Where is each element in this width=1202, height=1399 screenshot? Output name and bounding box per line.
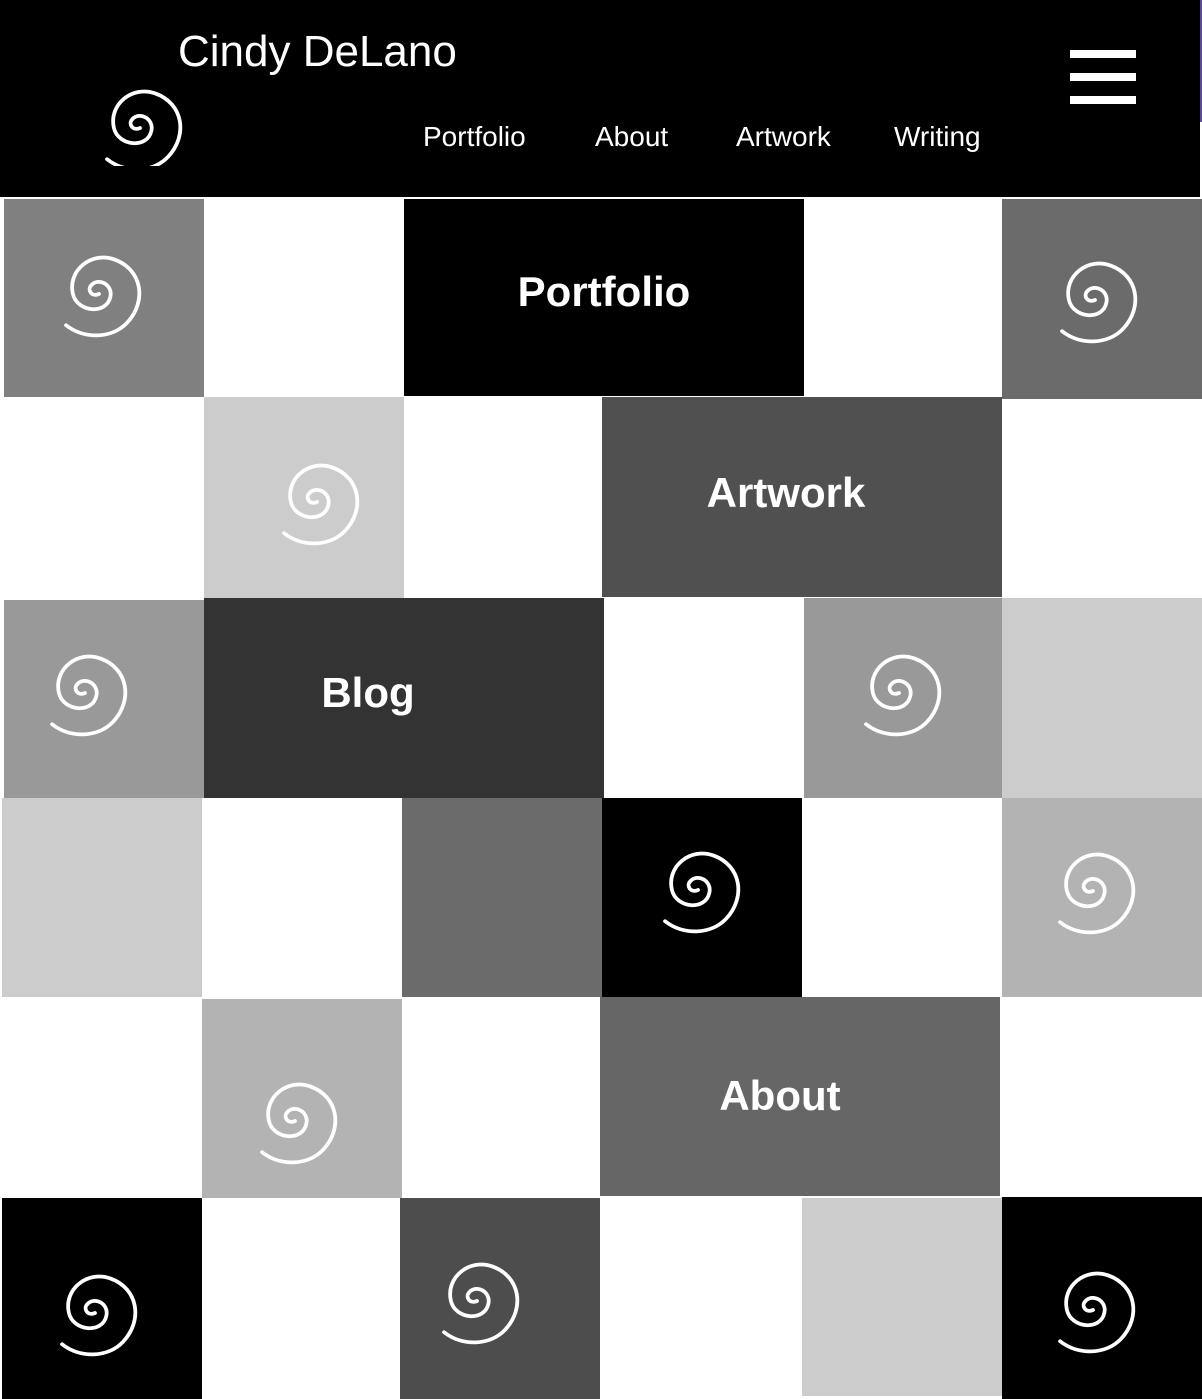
spiral-icon	[442, 1262, 520, 1345]
spiral-stroke	[663, 851, 741, 934]
nav-item-artwork[interactable]: Artwork	[736, 118, 831, 156]
blank-tile	[600, 1198, 802, 1399]
spiral-icon	[282, 463, 360, 546]
spiral-tile[interactable]	[602, 798, 802, 997]
spiral-tile[interactable]	[4, 199, 204, 397]
spiral-stroke	[1058, 852, 1136, 935]
spiral-icon	[864, 654, 942, 737]
blank-tile	[1000, 997, 1202, 1198]
feature-tile-label: Portfolio	[517, 268, 691, 315]
spiral-stroke	[60, 1274, 138, 1357]
feature-tile-label: About	[719, 1072, 841, 1119]
hamburger-bar	[1070, 73, 1136, 81]
spiral-stroke	[1060, 261, 1138, 344]
site-title[interactable]: Cindy DeLano	[178, 26, 457, 78]
spiral-stroke	[864, 654, 942, 737]
spiral-stroke	[282, 463, 360, 546]
nav-item-portfolio[interactable]: Portfolio	[423, 118, 526, 156]
nav-item-writing[interactable]: Writing	[894, 118, 981, 156]
spiral-tile[interactable]	[1002, 798, 1202, 997]
spiral-stroke	[1058, 1271, 1136, 1354]
blank-tile	[402, 997, 600, 1198]
feature-tile-about[interactable]: About	[600, 997, 1000, 1196]
site-header: Cindy DeLano Portfolio About Artwork Wri…	[0, 0, 1200, 197]
blank-tile	[1002, 399, 1202, 598]
blank-tile	[0, 397, 204, 600]
spiral-stroke	[64, 255, 142, 338]
spiral-tile[interactable]	[1002, 1197, 1202, 1399]
spiral-stroke	[260, 1082, 338, 1165]
feature-tile-label: Artwork	[706, 469, 866, 516]
blank-tile	[202, 798, 402, 997]
blank-tile	[0, 997, 202, 1198]
spiral-tile[interactable]	[2, 1198, 202, 1399]
feature-tile-label: Blog	[321, 669, 415, 716]
spiral-tile[interactable]	[1002, 199, 1202, 399]
spiral-icon	[50, 654, 128, 737]
spiral-tile[interactable]	[400, 1198, 600, 1399]
spiral-icon	[1058, 1271, 1136, 1354]
blank-tile	[604, 598, 804, 798]
blank-tile	[1002, 598, 1202, 798]
spiral-icon	[60, 1274, 138, 1357]
blank-tile	[402, 798, 602, 997]
spiral-tile[interactable]	[804, 598, 1002, 798]
spiral-tile[interactable]	[204, 397, 404, 598]
hamburger-bar	[1070, 50, 1136, 58]
blank-tile	[404, 397, 602, 598]
blank-tile	[2, 798, 202, 997]
hamburger-bar	[1070, 96, 1136, 104]
blank-tile	[802, 798, 1002, 997]
spiral-icon	[260, 1082, 338, 1165]
spiral-stroke	[50, 654, 128, 737]
spiral-icon	[1060, 261, 1138, 344]
feature-tile-artwork[interactable]: Artwork	[602, 397, 1002, 597]
spiral-icon[interactable]	[82, 74, 198, 166]
spiral-icon	[1058, 852, 1136, 935]
blank-tile	[802, 1198, 1002, 1396]
feature-tile-blog[interactable]: Blog	[204, 598, 604, 798]
nav-item-about[interactable]: About	[595, 118, 668, 156]
spiral-stroke	[442, 1262, 520, 1345]
blank-tile	[202, 1198, 400, 1399]
blank-tile	[204, 199, 404, 397]
feature-tile-portfolio[interactable]: Portfolio	[404, 199, 804, 396]
hamburger-menu-icon[interactable]	[1068, 48, 1138, 108]
blank-tile	[804, 199, 1002, 397]
spiral-icon	[663, 851, 741, 934]
spiral-tile[interactable]	[202, 999, 402, 1198]
spiral-icon	[64, 255, 142, 338]
